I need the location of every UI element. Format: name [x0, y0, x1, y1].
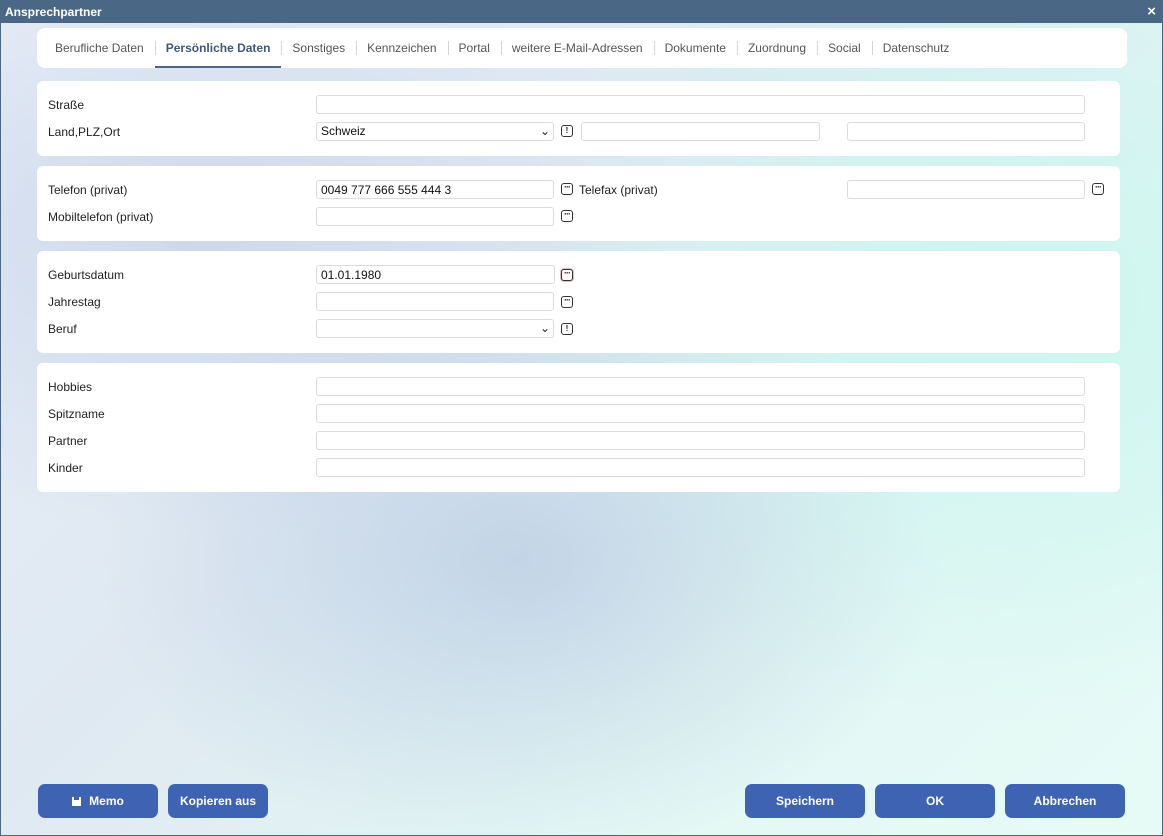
- spitzname-input[interactable]: [316, 404, 1085, 423]
- kopieren-aus-button[interactable]: Kopieren aus: [168, 784, 268, 818]
- memo-button-label: Memo: [89, 794, 124, 808]
- hobbies-input[interactable]: [316, 377, 1085, 396]
- strasse-input[interactable]: [316, 95, 1085, 114]
- mobiltelefon-input[interactable]: [316, 207, 554, 226]
- tab-bar: Berufliche Daten Persönliche Daten Sonst…: [37, 28, 1127, 68]
- beruf-select[interactable]: ⌄: [316, 319, 554, 338]
- tab-portal[interactable]: Portal: [447, 28, 501, 68]
- kinder-input[interactable]: [316, 458, 1085, 477]
- chevron-down-icon: ⌄: [539, 321, 550, 335]
- telefax-input[interactable]: [847, 180, 1085, 199]
- land-info-icon[interactable]: !: [561, 125, 573, 137]
- address-card: Straße Land,PLZ,Ort Schweiz ⌄ !: [37, 81, 1120, 156]
- phone-card: Telefon (privat) ··· Telefax (privat) ··…: [37, 166, 1120, 241]
- ok-button[interactable]: OK: [875, 784, 995, 818]
- close-icon[interactable]: ×: [1147, 3, 1156, 21]
- save-disk-icon: [72, 796, 82, 806]
- land-select[interactable]: Schweiz ⌄: [316, 122, 554, 141]
- partner-label: Partner: [48, 434, 88, 448]
- telefon-more-icon[interactable]: ···: [561, 183, 573, 195]
- tab-social[interactable]: Social: [817, 28, 872, 68]
- hobbies-label: Hobbies: [48, 380, 93, 394]
- kinder-label: Kinder: [48, 461, 83, 475]
- tab-persoenliche-daten[interactable]: Persönliche Daten: [154, 28, 282, 68]
- strasse-label: Straße: [48, 98, 85, 112]
- jahrestag-input[interactable]: [316, 292, 554, 311]
- window-title: Ansprechpartner: [5, 5, 102, 19]
- chevron-down-icon: ⌄: [539, 124, 550, 138]
- geburtsdatum-input[interactable]: [316, 265, 555, 284]
- speichern-button[interactable]: Speichern: [745, 784, 865, 818]
- beruf-label: Beruf: [48, 322, 77, 336]
- memo-button[interactable]: Memo: [38, 784, 158, 818]
- jahrestag-more-icon[interactable]: ···: [561, 296, 573, 308]
- tab-dokumente[interactable]: Dokumente: [653, 28, 737, 68]
- mobiltelefon-more-icon[interactable]: ···: [561, 210, 573, 222]
- geburtsdatum-more-icon[interactable]: ···: [561, 269, 573, 281]
- plz-input[interactable]: [581, 122, 820, 141]
- telefon-input[interactable]: [316, 180, 554, 199]
- tab-kennzeichen[interactable]: Kennzeichen: [356, 28, 447, 68]
- land-select-value: Schweiz: [321, 124, 366, 138]
- tab-datenschutz[interactable]: Datenschutz: [871, 28, 961, 68]
- telefax-more-icon[interactable]: ···: [1092, 183, 1104, 195]
- tab-zuordnung[interactable]: Zuordnung: [736, 28, 817, 68]
- tab-berufliche-daten[interactable]: Berufliche Daten: [44, 28, 155, 68]
- beruf-info-icon[interactable]: !: [561, 323, 573, 335]
- telefon-label: Telefon (privat): [48, 183, 128, 197]
- dialog-window: Ansprechpartner × Berufliche Daten Persö…: [0, 0, 1163, 836]
- abbrechen-button[interactable]: Abbrechen: [1005, 784, 1125, 818]
- tab-weitere-email-adressen[interactable]: weitere E-Mail-Adressen: [500, 28, 654, 68]
- ort-input[interactable]: [847, 122, 1085, 141]
- spitzname-label: Spitzname: [48, 407, 105, 421]
- partner-input[interactable]: [316, 431, 1085, 450]
- geburtsdatum-label: Geburtsdatum: [48, 268, 125, 282]
- dates-card: Geburtsdatum ··· Jahrestag ··· Beruf ⌄ !: [37, 251, 1120, 353]
- jahrestag-label: Jahrestag: [48, 295, 101, 309]
- telefax-label: Telefax (privat): [579, 183, 658, 197]
- tab-sonstiges[interactable]: Sonstiges: [281, 28, 356, 68]
- misc-card: Hobbies Spitzname Partner Kinder: [37, 363, 1120, 492]
- titlebar: Ansprechpartner ×: [1, 1, 1162, 23]
- mobiltelefon-label: Mobiltelefon (privat): [48, 210, 154, 224]
- land-plz-ort-label: Land,PLZ,Ort: [48, 125, 121, 139]
